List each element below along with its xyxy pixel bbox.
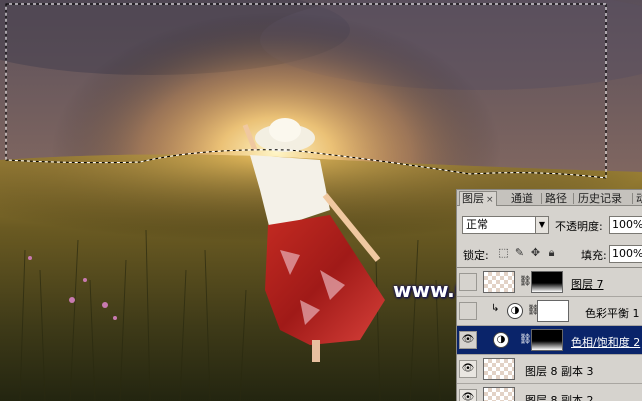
- layer-thumbnail: [483, 387, 515, 401]
- tab-history[interactable]: 历史记录: [576, 192, 624, 206]
- chain-link-icon[interactable]: ⛓: [527, 305, 540, 317]
- layer-row-layer-8-copy-3[interactable]: 👁︎ 图层 8 副本 3: [457, 355, 642, 384]
- lock-transparency-icon[interactable]: ⬚: [497, 246, 510, 260]
- adjustment-layer-icon: ◑: [493, 332, 509, 348]
- layer-thumbnail: [483, 358, 515, 380]
- chain-link-icon[interactable]: ⛓: [519, 276, 532, 288]
- panel-tab-bar: 图层 × 通道 路径 历史记录 动: [457, 190, 642, 206]
- eye-icon[interactable]: [459, 273, 477, 291]
- layer-row-color-balance-1[interactable]: ↳ ◑ ⛓ 色彩平衡 1: [457, 297, 642, 326]
- layer-name: 色相/饱和度 2: [571, 336, 641, 349]
- eye-icon[interactable]: 👁︎: [459, 389, 477, 401]
- close-icon[interactable]: ×: [486, 195, 494, 205]
- opacity-input[interactable]: 100%: [609, 216, 642, 234]
- layers-panel: 图层 × 通道 路径 历史记录 动 正常 ▼ 不透明度: 100% 锁定: ⬚ ✎…: [456, 189, 642, 401]
- layer-list: ⛓ 图层 7 ↳ ◑ ⛓ 色彩平衡 1 👁︎ ◑ ⛓ 色相/饱和度 2 👁︎ 图…: [457, 267, 642, 401]
- tab-actions[interactable]: 动: [634, 192, 642, 206]
- tab-divider: [632, 193, 633, 204]
- layer-row-layer-7[interactable]: ⛓ 图层 7: [457, 268, 642, 297]
- eye-icon[interactable]: [459, 302, 477, 320]
- tab-layers-label: 图层: [462, 192, 484, 205]
- fill-input[interactable]: 100%: [609, 245, 642, 263]
- layer-name: 色彩平衡 1: [585, 307, 640, 320]
- fill-label: 填充:: [581, 249, 607, 262]
- lock-row: 锁定: ⬚ ✎ ✥ 🔒︎ 填充: 100%: [457, 245, 642, 263]
- chevron-down-icon[interactable]: ▼: [535, 217, 548, 233]
- tab-paths[interactable]: 路径: [543, 192, 569, 206]
- tab-layers[interactable]: 图层 ×: [459, 191, 497, 206]
- layer-mask-thumbnail: [537, 300, 569, 322]
- layer-thumbnail: [483, 271, 515, 293]
- eye-icon[interactable]: 👁︎: [459, 331, 477, 349]
- layer-name: 图层 7: [571, 278, 604, 291]
- chain-link-icon[interactable]: ⛓: [519, 334, 532, 346]
- layer-mask-thumbnail: [531, 271, 563, 293]
- tab-divider: [541, 193, 542, 204]
- opacity-label: 不透明度:: [555, 220, 603, 233]
- blend-mode-value: 正常: [466, 218, 488, 231]
- layer-name: 图层 8 副本 3: [525, 365, 594, 378]
- layer-mask-thumbnail: [531, 329, 563, 351]
- lock-pixels-icon[interactable]: ✎: [513, 246, 526, 260]
- adjustment-layer-icon: ◑: [507, 303, 523, 319]
- tab-channels[interactable]: 通道: [509, 192, 535, 206]
- lock-label: 锁定:: [463, 249, 489, 262]
- clip-arrow-icon: ↳: [491, 303, 500, 314]
- layer-name: 图层 8 副本 2: [525, 394, 594, 401]
- layer-row-layer-8-copy-2[interactable]: 👁︎ 图层 8 副本 2: [457, 384, 642, 401]
- eye-icon[interactable]: 👁︎: [459, 360, 477, 378]
- layer-row-hue-saturation-2[interactable]: 👁︎ ◑ ⛓ 色相/饱和度 2: [457, 326, 642, 355]
- blend-mode-select[interactable]: 正常 ▼: [462, 216, 549, 234]
- lock-position-icon[interactable]: ✥: [529, 246, 542, 260]
- tab-divider: [573, 193, 574, 204]
- blend-row: 正常 ▼ 不透明度: 100%: [457, 216, 642, 236]
- lock-all-icon[interactable]: 🔒︎: [545, 246, 558, 260]
